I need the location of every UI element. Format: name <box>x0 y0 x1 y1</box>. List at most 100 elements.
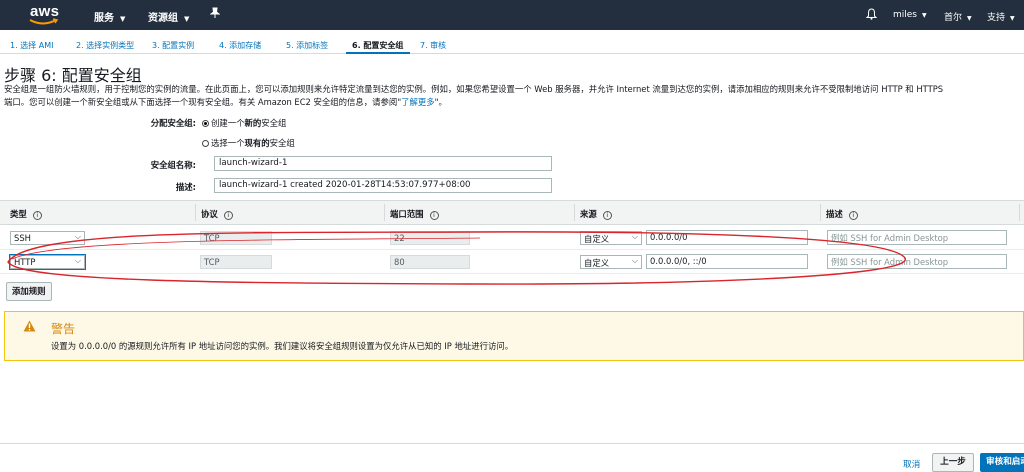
radio-unselected-icon[interactable] <box>202 140 209 147</box>
radio-create-pre: 创建一个 <box>211 118 245 128</box>
source-type-select[interactable]: 自定义 ⌵ <box>580 255 642 269</box>
header-type-label: 类型 <box>10 209 27 219</box>
info-icon[interactable]: i <box>429 211 439 220</box>
header-source: 来源 i <box>580 208 612 220</box>
source-type-select[interactable]: 自定义 ⌵ <box>580 231 642 245</box>
protocol-field: TCP <box>200 231 272 245</box>
pin-icon[interactable] <box>209 7 221 22</box>
chevron-down-icon: ⌵ <box>631 232 638 241</box>
user-name: miles <box>893 10 917 20</box>
page-description: 安全组是一组防火墙规则，用于控制您的实例的流量。在此页面上，您可以添加规则来允许… <box>4 84 944 107</box>
cancel-link[interactable]: 取消 <box>903 458 920 470</box>
security-group-name-input[interactable]: launch-wizard-1 <box>214 156 552 171</box>
type-value: SSH <box>14 233 31 243</box>
wizard-steps: 1. 选择 AMI 2. 选择实例类型 3. 配置实例 4. 添加存储 5. 添… <box>0 30 1024 54</box>
radio-existing-post: 安全组 <box>269 138 295 148</box>
radio-selected-icon[interactable] <box>202 120 209 127</box>
tab-configure-instance[interactable]: 3. 配置实例 <box>152 40 194 51</box>
info-icon[interactable]: i <box>848 211 858 220</box>
header-description: 描述 i <box>826 208 858 220</box>
tab-choose-ami[interactable]: 1. 选择 AMI <box>10 40 53 51</box>
header-protocol: 协议 i <box>201 208 233 220</box>
info-icon[interactable]: i <box>223 211 233 220</box>
assign-security-group-label: 分配安全组: <box>150 118 196 128</box>
table-row: HTTP ⌵ TCP 80 自定义 ⌵ 0.0.0.0/0, ::/0 例如 SSH… <box>0 250 1024 274</box>
rules-table-header: 类型 i 协议 i 端口范围 i 来源 i 描述 i <box>0 200 1024 225</box>
add-rule-button[interactable]: 添加规则 <box>6 282 52 301</box>
aws-smile-icon <box>29 18 59 25</box>
port-range-field: 80 <box>390 255 470 269</box>
chevron-down-icon: ▼ <box>967 15 972 22</box>
learn-more-link[interactable]: 了解更多 <box>401 97 435 107</box>
support-label: 支持 <box>987 13 1006 23</box>
type-select[interactable]: SSH ⌵ <box>10 231 85 245</box>
warning-title: 警告 <box>51 322 76 336</box>
region-name: 首尔 <box>944 13 963 23</box>
bell-icon[interactable] <box>865 8 878 23</box>
column-divider <box>820 204 821 221</box>
radio-create-post: 安全组 <box>261 118 287 128</box>
column-divider <box>384 204 385 221</box>
type-value: HTTP <box>14 257 36 267</box>
source-cidr-input[interactable]: 0.0.0.0/0 <box>646 230 808 245</box>
review-and-launch-button[interactable]: 审核和启动 <box>980 453 1024 472</box>
tab-review[interactable]: 7. 审核 <box>420 40 446 51</box>
column-divider <box>574 204 575 221</box>
info-icon[interactable]: i <box>32 211 42 220</box>
aws-logo[interactable]: aws <box>26 3 64 27</box>
table-row: SSH ⌵ TCP 22 自定义 ⌵ 0.0.0.0/0 例如 SSH for Ad… <box>0 226 1024 250</box>
previous-button[interactable]: 上一步 <box>932 453 974 472</box>
radio-create-bold: 新的 <box>244 118 262 128</box>
header-description-label: 描述 <box>826 209 843 219</box>
warning-alert: 警告 设置为 0.0.0.0/0 的源规则允许所有 IP 地址访问您的实例。我们… <box>4 311 1024 361</box>
description-end: 。 <box>438 96 447 107</box>
radio-existing-bold: 现有的 <box>244 138 270 148</box>
header-source-label: 来源 <box>580 209 597 219</box>
top-nav-bar: aws 服务 ▼ 资源组 ▼ miles ▼ 首尔 ▼ 支持 ▼ <box>0 0 1024 30</box>
security-group-name-label: 安全组名称: <box>150 160 196 170</box>
source-cidr-input[interactable]: 0.0.0.0/0, ::/0 <box>646 254 808 269</box>
footer-divider <box>0 443 1024 444</box>
resource-groups-menu[interactable]: 资源组 ▼ <box>148 9 189 24</box>
chevron-down-icon: ▼ <box>184 15 190 23</box>
warning-icon <box>23 320 36 332</box>
resource-groups-label: 资源组 <box>148 13 178 24</box>
description-input[interactable]: launch-wizard-1 created 2020-01-28T14:53… <box>214 178 552 193</box>
column-divider <box>195 204 196 221</box>
user-menu[interactable]: miles ▼ <box>893 10 927 20</box>
header-port-range: 端口范围 i <box>390 208 439 220</box>
warning-text: 设置为 0.0.0.0/0 的源规则允许所有 IP 地址访问您的实例。我们建议将… <box>51 341 514 351</box>
source-type-value: 自定义 <box>584 234 610 244</box>
radio-existing-pre: 选择一个 <box>211 138 245 148</box>
description-line-1: 安全组是一组防火墙规则，用于控制您的实例的流量。在此页面上，您可以添加规则来允许… <box>4 84 944 94</box>
header-port-label: 端口范围 <box>390 209 424 219</box>
source-type-value: 自定义 <box>584 258 610 268</box>
radio-select-existing[interactable]: 选择一个现有的安全组 <box>202 137 295 149</box>
tab-add-storage[interactable]: 4. 添加存储 <box>219 40 261 51</box>
description-line-2: 端口。您可以创建一个新安全组或从下面选择一个现有安全组。有关 Amazon EC… <box>4 96 398 107</box>
rule-description-input[interactable]: 例如 SSH for Admin Desktop <box>827 254 1007 269</box>
rule-description-input[interactable]: 例如 SSH for Admin Desktop <box>827 230 1007 245</box>
chevron-down-icon: ⌵ <box>74 256 81 265</box>
port-range-field: 22 <box>390 231 470 245</box>
column-divider <box>1019 204 1020 221</box>
radio-create-new[interactable]: 创建一个新的安全组 <box>202 117 286 129</box>
support-menu[interactable]: 支持 ▼ <box>987 10 1015 23</box>
tab-add-tags[interactable]: 5. 添加标签 <box>286 40 328 51</box>
chevron-down-icon: ▼ <box>120 15 126 23</box>
services-menu[interactable]: 服务 ▼ <box>94 9 125 24</box>
services-label: 服务 <box>94 13 114 24</box>
tab-configure-security-group[interactable]: 6. 配置安全组 <box>352 40 403 51</box>
chevron-down-icon: ▼ <box>922 12 927 19</box>
active-tab-indicator <box>346 52 410 54</box>
protocol-field: TCP <box>200 255 272 269</box>
chevron-down-icon: ⌵ <box>631 256 638 265</box>
info-icon[interactable]: i <box>602 211 612 220</box>
region-menu[interactable]: 首尔 ▼ <box>944 10 972 23</box>
tab-choose-instance-type[interactable]: 2. 选择实例类型 <box>76 40 134 51</box>
type-select[interactable]: HTTP ⌵ <box>9 254 86 270</box>
description-label: 描述: <box>175 182 196 192</box>
chevron-down-icon: ⌵ <box>74 232 81 241</box>
header-type: 类型 i <box>10 208 42 220</box>
chevron-down-icon: ▼ <box>1010 15 1015 22</box>
